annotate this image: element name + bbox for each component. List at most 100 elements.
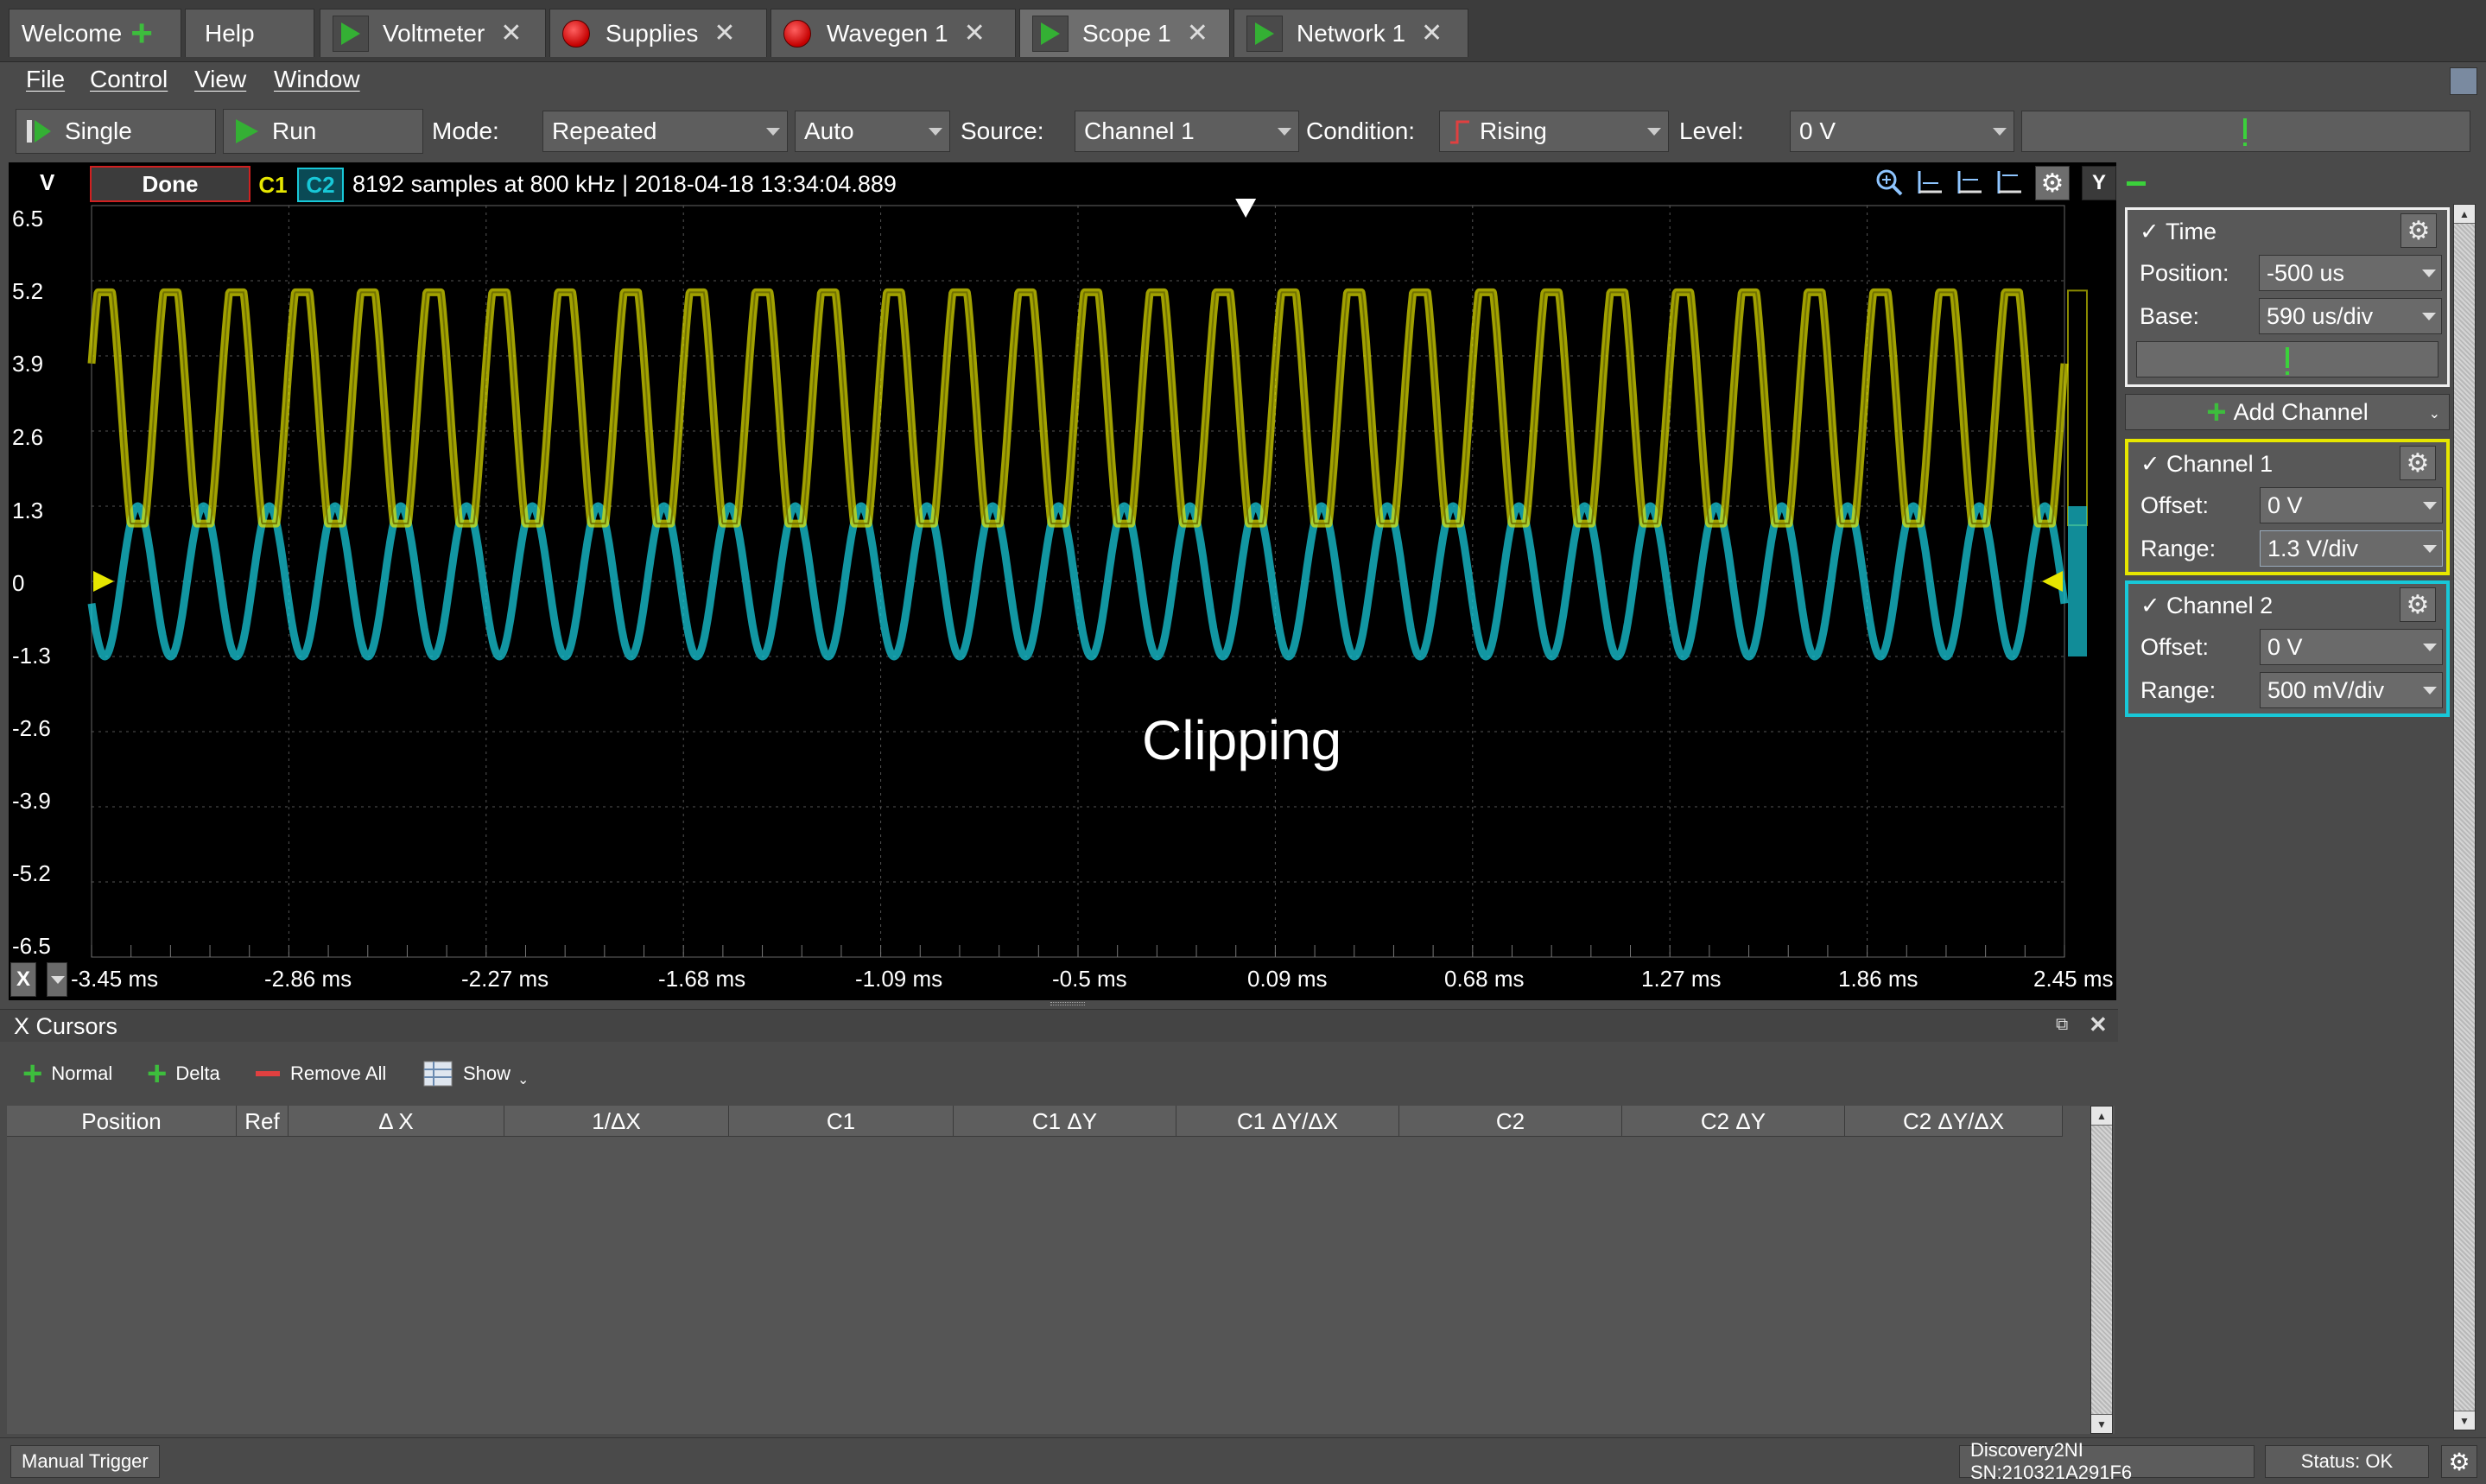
- device-info[interactable]: Discovery2NI SN:210321A291F6: [1959, 1439, 2255, 1483]
- scope-toolbar: Single Run Mode: Repeated Auto Source: C…: [0, 102, 2486, 161]
- chevron-down-icon[interactable]: ▼: [2091, 1414, 2112, 1433]
- mode-select[interactable]: Repeated: [542, 111, 788, 152]
- time-position-slider[interactable]: [2136, 341, 2438, 377]
- run-icon: [236, 119, 258, 143]
- trigger-mode-select[interactable]: Auto: [795, 111, 950, 152]
- splitter-handle[interactable]: [1050, 1002, 1085, 1005]
- close-icon[interactable]: ✕: [1421, 18, 1443, 48]
- column-header[interactable]: C2 ΔY/ΔX: [1845, 1106, 2063, 1137]
- close-icon[interactable]: ✕: [2089, 1012, 2108, 1038]
- channel2-tag[interactable]: C2: [297, 168, 344, 202]
- tab-wavegen[interactable]: Wavegen 1 ✕: [771, 9, 1016, 57]
- menu-view[interactable]: View: [194, 66, 246, 93]
- chevron-down-icon: [1278, 128, 1291, 136]
- channel1-range-input[interactable]: 1.3 V/div: [2260, 530, 2443, 567]
- table-scrollbar[interactable]: ▲ ▼: [2090, 1106, 2113, 1434]
- chevron-down-icon: [766, 128, 780, 136]
- trigger-time-marker: [1235, 199, 1257, 218]
- x-axis-button[interactable]: X: [10, 962, 36, 997]
- channel2-offset-input[interactable]: 0 V: [2260, 629, 2443, 665]
- manual-trigger-button[interactable]: Manual Trigger: [10, 1445, 160, 1478]
- cursor-right-icon[interactable]: [1994, 168, 2023, 197]
- channel1-offset-input[interactable]: 0 V: [2260, 487, 2443, 523]
- dock-icon[interactable]: [2450, 67, 2477, 95]
- x-axis-dropdown[interactable]: [47, 962, 67, 997]
- column-header[interactable]: Ref: [237, 1106, 289, 1137]
- collapse-panel-icon[interactable]: [2127, 181, 2146, 186]
- tab-welcome[interactable]: Welcome +: [9, 9, 181, 57]
- tab-help[interactable]: Help: [185, 9, 314, 57]
- channel2-checkbox[interactable]: ✓: [2140, 593, 2160, 619]
- close-icon[interactable]: ✕: [500, 18, 522, 48]
- chevron-down-icon: ⌄: [2428, 407, 2440, 422]
- tab-supplies[interactable]: Supplies ✕: [549, 9, 767, 57]
- trigger-marker-icon: [2243, 118, 2247, 146]
- channel1-tag[interactable]: C1: [252, 168, 294, 202]
- app-settings-gear-icon[interactable]: ⚙: [2441, 1445, 2477, 1478]
- chevron-up-icon[interactable]: ▲: [2454, 205, 2475, 224]
- chevron-down-icon: [2423, 545, 2437, 553]
- level-select[interactable]: 0 V: [1790, 111, 2014, 152]
- column-header[interactable]: C1 ΔY: [954, 1106, 1176, 1137]
- range-label: Range:: [2140, 536, 2216, 561]
- channel2-gear-icon[interactable]: ⚙: [2400, 587, 2436, 622]
- single-icon: [27, 120, 51, 143]
- position-label: Position:: [2140, 260, 2229, 286]
- base-label: Base:: [2140, 303, 2200, 329]
- column-header[interactable]: C2: [1399, 1106, 1622, 1137]
- menu-control[interactable]: Control: [90, 66, 168, 93]
- position-input[interactable]: -500 us: [2259, 255, 2442, 291]
- column-header[interactable]: C1: [729, 1106, 954, 1137]
- tab-scope[interactable]: Scope 1 ✕: [1019, 9, 1230, 57]
- tab-label: Network 1: [1297, 19, 1406, 47]
- column-header[interactable]: C2 ΔY: [1622, 1106, 1845, 1137]
- x-tick: 1.27 ms: [1641, 966, 1722, 992]
- run-icon: [1246, 15, 1283, 52]
- run-button[interactable]: Run: [223, 109, 423, 154]
- chevron-down-icon[interactable]: ▼: [2454, 1411, 2475, 1430]
- time-checkbox[interactable]: ✓: [2140, 219, 2159, 245]
- menu-file[interactable]: File: [26, 66, 65, 93]
- panel-scrollbar[interactable]: ▲ ▼: [2453, 204, 2476, 1430]
- trigger-position-slider[interactable]: [2021, 111, 2470, 152]
- tab-network[interactable]: Network 1 ✕: [1233, 9, 1468, 57]
- mode-label: Mode:: [432, 117, 499, 144]
- close-icon[interactable]: ✕: [1187, 18, 1208, 48]
- source-select[interactable]: Channel 1: [1075, 111, 1299, 152]
- y-tick: 6.5: [12, 206, 44, 231]
- channel1-gear-icon[interactable]: ⚙: [2400, 446, 2436, 480]
- column-header[interactable]: 1/ΔX: [504, 1106, 729, 1137]
- add-tab-icon[interactable]: +: [130, 14, 153, 53]
- cursor-center-icon[interactable]: [1954, 168, 1983, 197]
- cursor-left-icon[interactable]: [1914, 168, 1944, 197]
- close-icon[interactable]: ✕: [964, 18, 986, 48]
- channel1-checkbox[interactable]: ✓: [2140, 451, 2160, 478]
- chevron-up-icon[interactable]: ▲: [2091, 1107, 2112, 1126]
- tab-voltmeter[interactable]: Voltmeter ✕: [320, 9, 546, 57]
- scope-settings-gear-icon[interactable]: ⚙: [2035, 166, 2070, 200]
- base-input[interactable]: 590 us/div: [2259, 298, 2442, 334]
- waveform-plot[interactable]: [9, 162, 2116, 1000]
- y-axis-button[interactable]: Y: [2082, 166, 2116, 200]
- column-header[interactable]: Δ X: [289, 1106, 504, 1137]
- time-gear-icon[interactable]: ⚙: [2400, 213, 2437, 248]
- menu-window[interactable]: Window: [274, 66, 360, 93]
- column-header[interactable]: C1 ΔY/ΔX: [1176, 1106, 1399, 1137]
- column-header[interactable]: Position: [7, 1106, 237, 1137]
- add-channel-button[interactable]: + Add Channel ⌄: [2125, 394, 2450, 430]
- y-tick: -6.5: [12, 933, 51, 959]
- float-panel-icon[interactable]: ⧉: [2056, 1015, 2068, 1035]
- remove-all-cursors-button[interactable]: Remove All: [256, 1059, 386, 1088]
- add-delta-cursor-button[interactable]: + Delta: [147, 1056, 220, 1091]
- minus-icon: [256, 1071, 280, 1076]
- close-icon[interactable]: ✕: [713, 18, 735, 48]
- channel2-range-input[interactable]: 500 mV/div: [2260, 672, 2443, 708]
- channel2-panel: ✓ Channel 2 ⚙ Offset: 0 V Range: 500 mV/…: [2125, 580, 2450, 717]
- scope-plot-area[interactable]: [9, 162, 2116, 1000]
- show-label: Show: [463, 1062, 511, 1084]
- single-button[interactable]: Single: [16, 109, 216, 154]
- condition-select[interactable]: Rising: [1439, 111, 1669, 152]
- show-menu-button[interactable]: Show ⌄: [423, 1057, 529, 1090]
- add-normal-cursor-button[interactable]: + Normal: [22, 1056, 112, 1091]
- zoom-icon[interactable]: [1874, 168, 1904, 197]
